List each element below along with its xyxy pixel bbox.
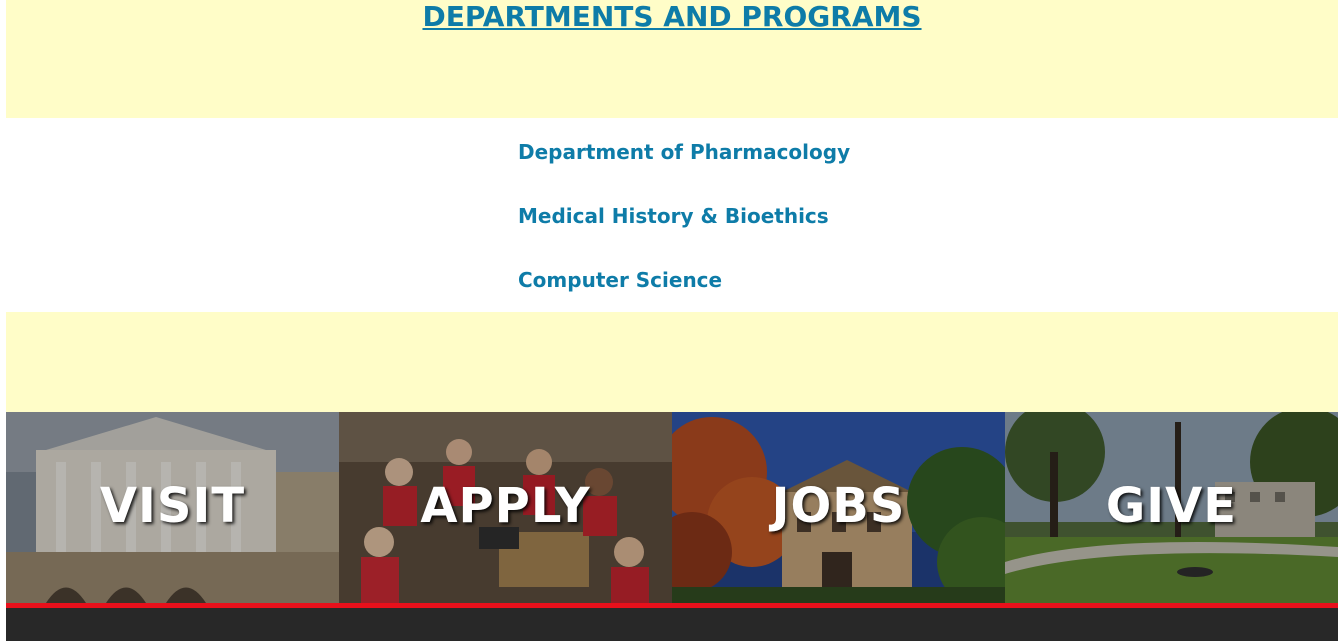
visit-tile[interactable]: VISIT <box>6 412 339 603</box>
apply-tile[interactable]: APPLY <box>339 412 672 603</box>
departments-programs-link[interactable]: DEPARTMENTS AND PROGRAMS <box>422 0 921 33</box>
visit-label: VISIT <box>99 478 246 534</box>
department-link-pharmacology[interactable]: Department of Pharmacology <box>518 140 850 164</box>
spacer-band <box>6 312 1338 412</box>
apply-label: APPLY <box>420 478 591 534</box>
jobs-tile[interactable]: JOBS <box>672 412 1005 603</box>
footer <box>6 608 1338 641</box>
jobs-label: JOBS <box>771 478 906 534</box>
department-link-medical-history[interactable]: Medical History & Bioethics <box>518 204 829 228</box>
action-tiles: VISIT APPLY JOBS GIVE <box>6 412 1338 603</box>
give-tile[interactable]: GIVE <box>1005 412 1338 603</box>
department-link-computer-science[interactable]: Computer Science <box>518 268 722 292</box>
section-title: DEPARTMENTS AND PROGRAMS <box>0 0 1338 34</box>
page: DEPARTMENTS AND PROGRAMS Department of P… <box>0 0 1338 641</box>
departments-list: Department of Pharmacology Medical Histo… <box>6 118 1338 312</box>
give-label: GIVE <box>1105 478 1238 534</box>
